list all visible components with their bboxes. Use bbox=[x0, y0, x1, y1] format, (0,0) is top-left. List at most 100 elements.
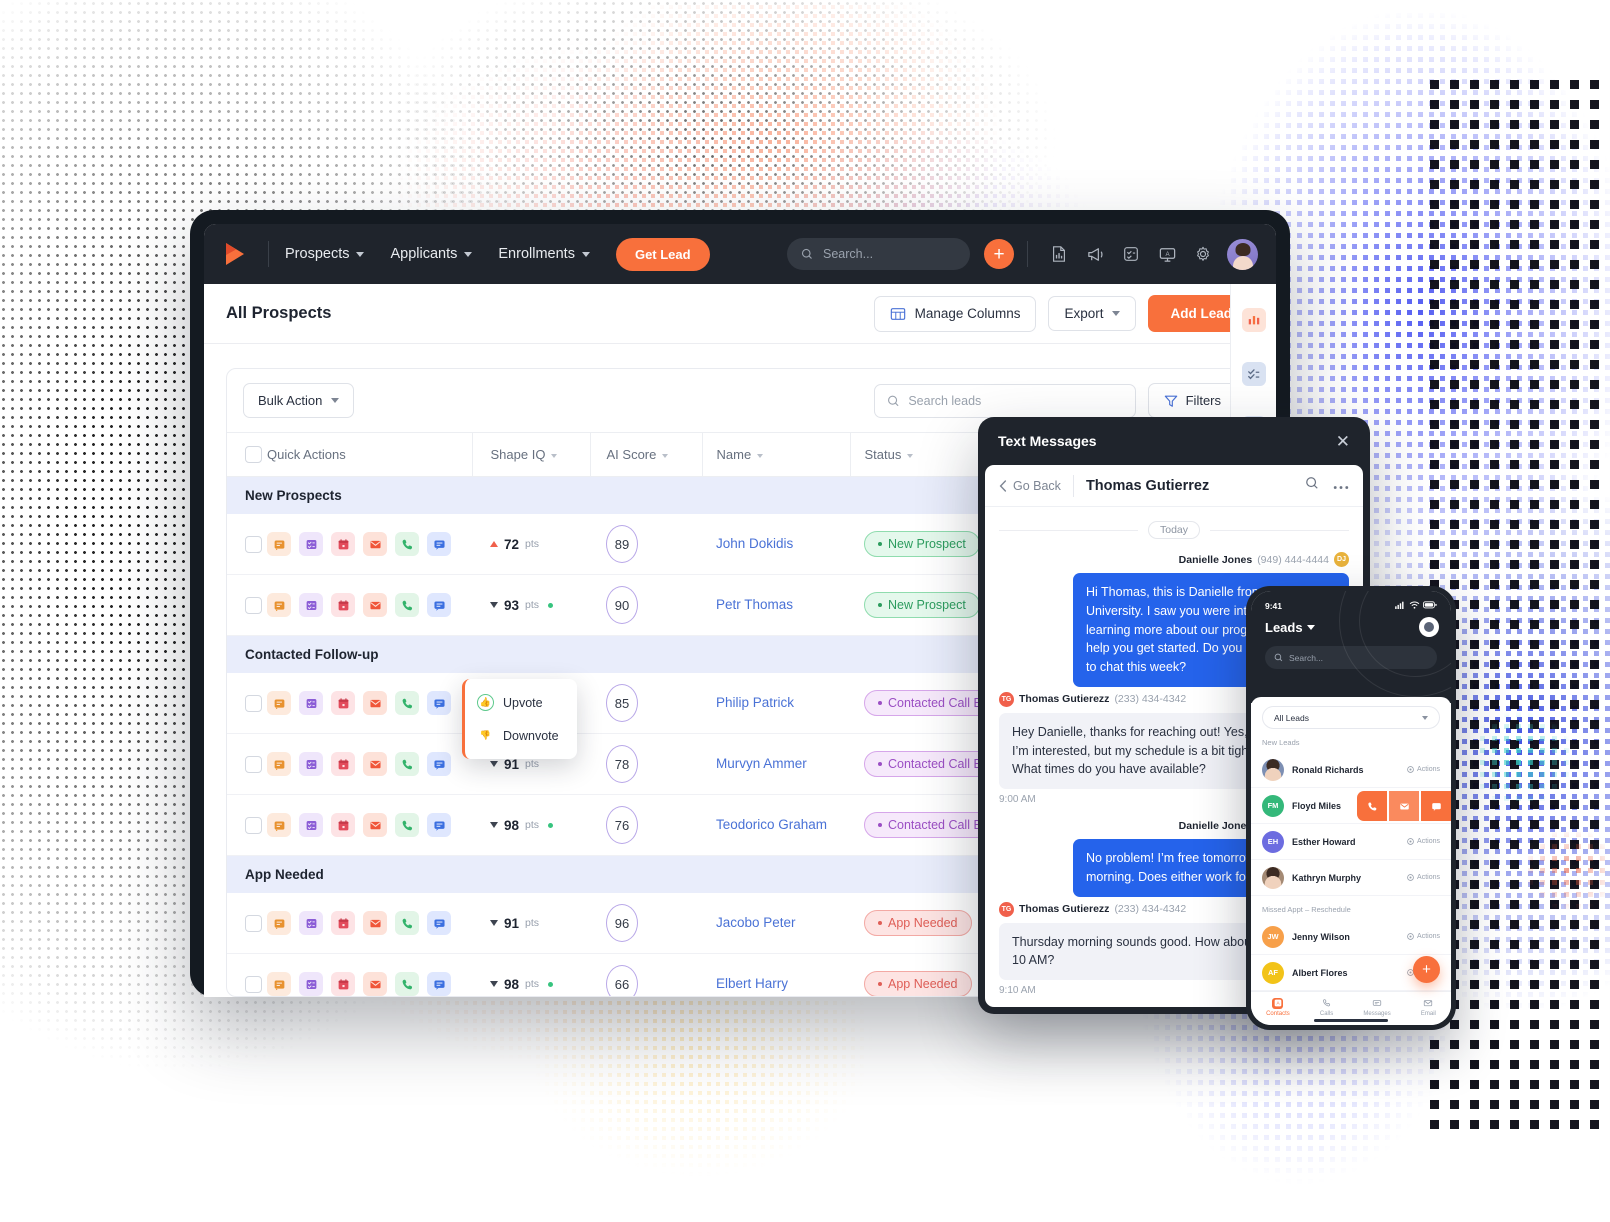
task-icon[interactable] bbox=[299, 972, 323, 996]
email-icon[interactable] bbox=[363, 911, 387, 935]
name-cell[interactable]: Jacobo Peter bbox=[702, 893, 850, 954]
downvote-menu-item[interactable]: 👎 Downvote bbox=[465, 719, 577, 752]
note-icon[interactable] bbox=[267, 911, 291, 935]
mobile-avatar[interactable] bbox=[1419, 617, 1439, 637]
row-select-cell[interactable] bbox=[227, 794, 267, 856]
global-search[interactable] bbox=[787, 238, 970, 270]
task-icon[interactable] bbox=[299, 691, 323, 715]
mobile-tab-contacts[interactable]: A Contacts bbox=[1266, 997, 1290, 1017]
phone-icon[interactable] bbox=[395, 752, 419, 776]
calendar-icon[interactable] bbox=[331, 972, 355, 996]
task-icon[interactable] bbox=[299, 752, 323, 776]
row-select-cell[interactable] bbox=[227, 514, 267, 575]
email-icon[interactable] bbox=[363, 691, 387, 715]
note-icon[interactable] bbox=[267, 593, 291, 617]
monitor-icon[interactable]: A bbox=[1157, 244, 1177, 264]
select-all-checkbox[interactable] bbox=[245, 446, 262, 463]
column-name[interactable]: Name bbox=[701, 432, 850, 477]
name-cell[interactable]: Murvyn Ammer bbox=[702, 733, 850, 795]
mobile-title-dropdown[interactable]: Leads bbox=[1265, 620, 1437, 635]
lead-name-link[interactable]: Jacobo Peter bbox=[702, 915, 796, 930]
calendar-icon[interactable] bbox=[331, 593, 355, 617]
mobile-row-actions[interactable]: Actions bbox=[1407, 766, 1440, 773]
nav-item-prospects[interactable]: Prospects bbox=[285, 246, 365, 262]
nav-item-applicants[interactable]: Applicants bbox=[390, 246, 473, 262]
phone-icon[interactable] bbox=[395, 593, 419, 617]
calendar-icon[interactable] bbox=[331, 752, 355, 776]
lead-search-input[interactable] bbox=[908, 393, 1123, 408]
name-cell[interactable]: John Dokidis bbox=[702, 514, 850, 575]
note-icon[interactable] bbox=[267, 752, 291, 776]
mobile-list-item[interactable]: JW Jenny Wilson Actions bbox=[1251, 919, 1451, 955]
phone-icon[interactable] bbox=[395, 532, 419, 556]
tasks-icon[interactable] bbox=[1241, 362, 1266, 386]
row-checkbox[interactable] bbox=[245, 914, 262, 932]
bulk-action-dropdown[interactable]: Bulk Action bbox=[243, 383, 355, 418]
chart-icon[interactable] bbox=[1241, 308, 1266, 332]
phone-icon[interactable] bbox=[1357, 791, 1387, 821]
email-icon[interactable] bbox=[363, 593, 387, 617]
calendar-icon[interactable] bbox=[331, 691, 355, 715]
export-button[interactable]: Export bbox=[1048, 296, 1137, 331]
megaphone-icon[interactable] bbox=[1085, 244, 1105, 264]
email-icon[interactable] bbox=[363, 752, 387, 776]
row-checkbox[interactable] bbox=[245, 816, 262, 834]
mobile-list-item[interactable]: EH Esther Howard Actions bbox=[1251, 824, 1451, 860]
mobile-add-button[interactable]: + bbox=[1413, 956, 1440, 983]
filters-button[interactable]: Filters bbox=[1147, 383, 1237, 418]
lead-name-link[interactable]: Elbert Harry bbox=[702, 976, 788, 991]
column-shape-iq[interactable]: Shape IQ bbox=[471, 432, 590, 477]
mobile-tab-calls[interactable]: Calls bbox=[1320, 998, 1333, 1017]
email-icon[interactable] bbox=[363, 532, 387, 556]
shape-logo-icon[interactable] bbox=[222, 240, 248, 268]
name-cell[interactable]: Teodorico Graham bbox=[702, 794, 850, 856]
phone-icon[interactable] bbox=[395, 911, 419, 935]
lead-search[interactable] bbox=[873, 383, 1136, 418]
mobile-list-item[interactable]: Kathryn Murphy Actions bbox=[1251, 860, 1451, 896]
row-checkbox[interactable] bbox=[245, 975, 262, 993]
more-icon[interactable] bbox=[1333, 477, 1349, 495]
email-icon[interactable] bbox=[363, 972, 387, 996]
sms-icon[interactable] bbox=[427, 593, 451, 617]
lead-name-link[interactable]: Petr Thomas bbox=[702, 597, 793, 612]
go-back-button[interactable]: Go Back bbox=[999, 474, 1074, 497]
row-checkbox[interactable] bbox=[245, 694, 262, 712]
row-checkbox[interactable] bbox=[245, 596, 262, 614]
mobile-tab-email[interactable]: Email bbox=[1421, 998, 1436, 1017]
phone-icon[interactable] bbox=[395, 813, 419, 837]
global-search-input[interactable] bbox=[823, 247, 956, 261]
row-checkbox[interactable] bbox=[245, 755, 262, 773]
row-select-cell[interactable] bbox=[227, 574, 267, 636]
select-all-header[interactable] bbox=[227, 432, 267, 477]
mobile-row-actions[interactable]: Actions bbox=[1407, 874, 1440, 881]
phone-icon[interactable] bbox=[395, 972, 419, 996]
phone-icon[interactable] bbox=[395, 691, 419, 715]
note-icon[interactable] bbox=[267, 532, 291, 556]
note-icon[interactable] bbox=[267, 972, 291, 996]
calendar-icon[interactable] bbox=[331, 813, 355, 837]
sms-icon[interactable] bbox=[1421, 791, 1451, 821]
lead-name-link[interactable]: Murvyn Ammer bbox=[702, 756, 807, 771]
checklist-icon[interactable] bbox=[1121, 244, 1141, 264]
row-checkbox[interactable] bbox=[245, 535, 262, 553]
sms-icon[interactable] bbox=[427, 532, 451, 556]
task-icon[interactable] bbox=[299, 532, 323, 556]
email-icon[interactable] bbox=[363, 813, 387, 837]
row-select-cell[interactable] bbox=[227, 673, 267, 734]
vote-popover-menu[interactable]: 👍 Upvote 👎 Downvote bbox=[462, 679, 577, 759]
row-select-cell[interactable] bbox=[227, 953, 267, 996]
swipe-actions[interactable] bbox=[1357, 791, 1451, 821]
task-icon[interactable] bbox=[299, 911, 323, 935]
mobile-search[interactable]: Search... bbox=[1265, 646, 1437, 669]
mobile-list-item[interactable]: FM Floyd Miles bbox=[1251, 788, 1451, 824]
close-icon[interactable]: ✕ bbox=[1336, 433, 1350, 450]
mobile-row-actions[interactable]: Actions bbox=[1407, 933, 1440, 940]
mobile-row-actions[interactable]: Actions bbox=[1407, 838, 1440, 845]
sms-icon[interactable] bbox=[427, 691, 451, 715]
email-icon[interactable] bbox=[1389, 791, 1419, 821]
row-select-cell[interactable] bbox=[227, 893, 267, 954]
report-icon[interactable] bbox=[1049, 244, 1069, 264]
sms-icon[interactable] bbox=[427, 813, 451, 837]
mobile-filter-select[interactable]: All Leads bbox=[1262, 706, 1440, 729]
task-icon[interactable] bbox=[299, 593, 323, 617]
